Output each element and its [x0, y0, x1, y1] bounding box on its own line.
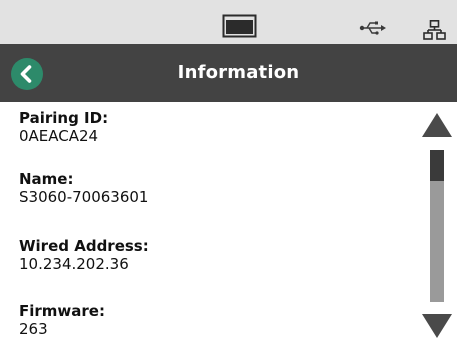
info-item-firmware: Firmware: 263 [19, 302, 105, 339]
info-value: S3060-70063601 [19, 188, 149, 206]
info-item-name: Name: S3060-70063601 [19, 170, 148, 207]
triangle-up-icon [422, 113, 452, 137]
info-value: 0AEACA24 [19, 127, 99, 145]
scroll-up-button[interactable] [410, 110, 457, 144]
info-label: Firmware: [19, 302, 105, 320]
network-icon [423, 20, 446, 40]
info-value: 10.234.202.36 [19, 255, 129, 273]
scroll-thumb[interactable] [430, 150, 444, 181]
usb-icon [359, 21, 386, 35]
info-label: Pairing ID: [19, 109, 109, 127]
scroll-track[interactable] [430, 150, 444, 302]
status-bar [0, 0, 457, 44]
back-button[interactable] [11, 58, 43, 90]
triangle-down-icon [422, 314, 452, 338]
info-item-pairing-id: Pairing ID: 0AEACA24 [19, 109, 108, 146]
scroll-down-button[interactable] [410, 309, 457, 343]
info-label: Wired Address: [19, 237, 149, 255]
page-title: Information [177, 62, 300, 83]
info-item-wired-address: Wired Address: 10.234.202.36 [19, 237, 149, 274]
info-value: 263 [19, 320, 48, 338]
title-bar: Information [0, 44, 457, 102]
scrollbar[interactable] [410, 102, 457, 345]
display-icon [222, 14, 257, 38]
info-list: Pairing ID: 0AEACA24 Name: S3060-7006360… [0, 102, 410, 345]
chevron-left-icon [20, 65, 32, 83]
info-label: Name: [19, 170, 74, 188]
